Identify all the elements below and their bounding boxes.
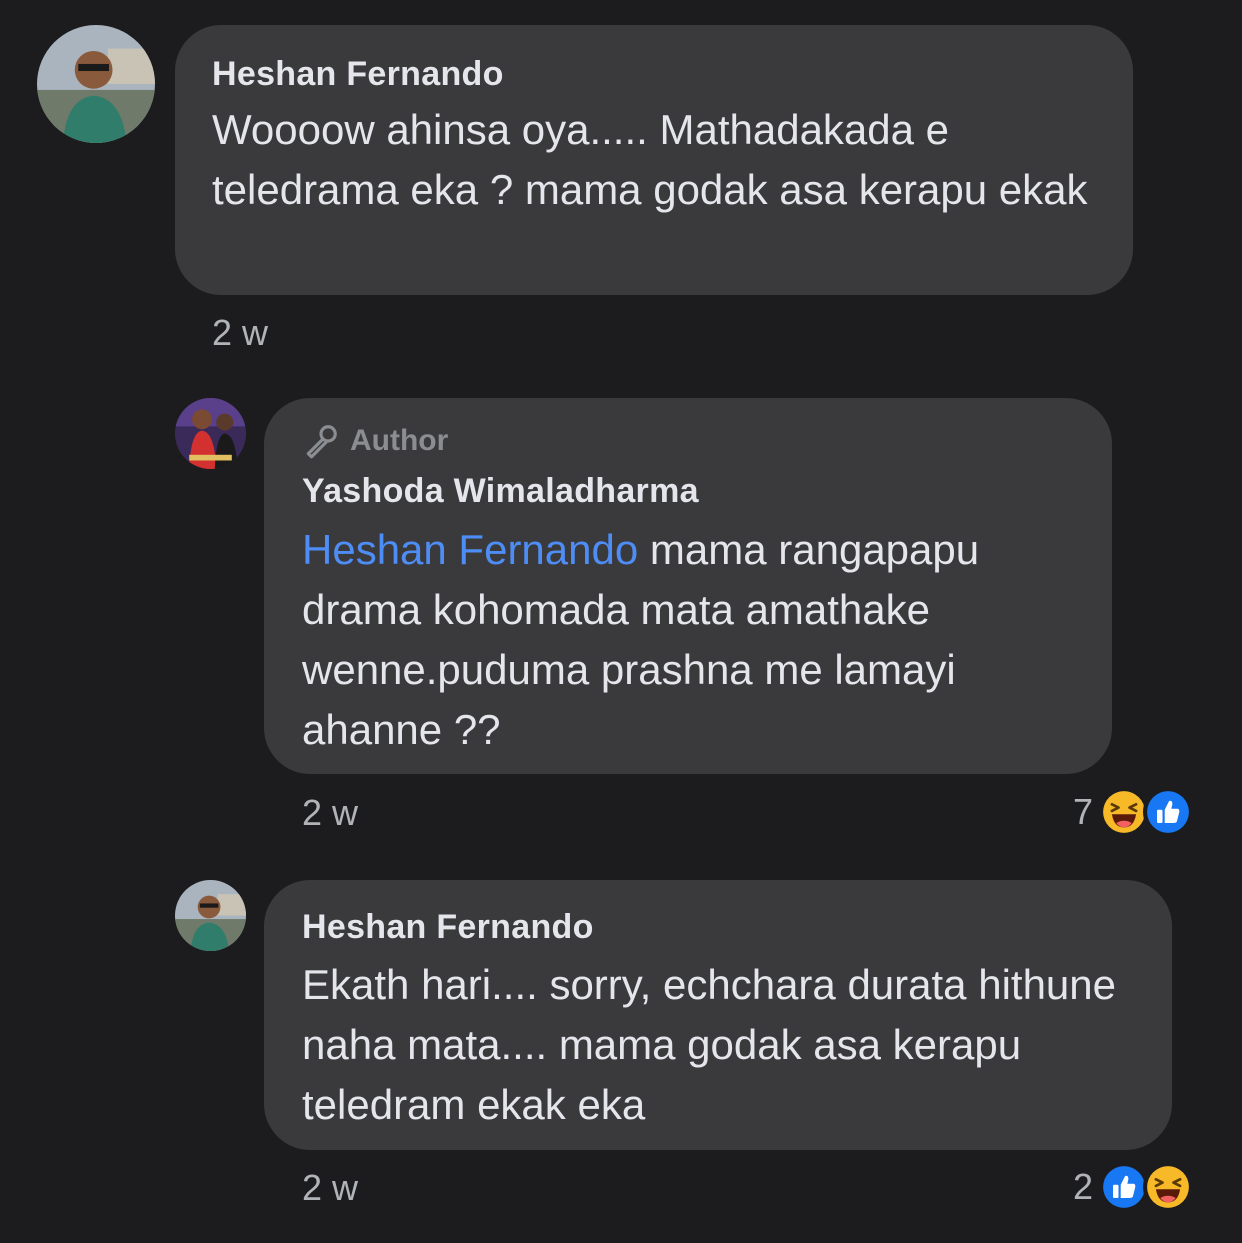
microphone-icon	[306, 425, 337, 459]
profile-photo	[175, 398, 246, 469]
comment-text: Heshan Fernando mama rangapapu drama koh…	[302, 520, 1092, 760]
comment-text: Woooow ahinsa oya..... Mathadakada e tel…	[212, 106, 1088, 213]
reaction-count: 2	[1073, 1166, 1094, 1207]
comment-timestamp[interactable]: 2 w	[212, 312, 268, 354]
author-badge: Author	[302, 422, 448, 460]
profile-photo	[175, 880, 246, 951]
haha-icon	[1143, 1162, 1194, 1212]
like-icon	[1099, 1162, 1150, 1212]
comment-author[interactable]: Yashoda Wimaladharma	[302, 472, 699, 511]
like-icon	[1143, 787, 1194, 837]
haha-icon	[1099, 787, 1150, 837]
comment-text: Ekath hari.... sorry, echchara durata hi…	[302, 961, 1116, 1128]
mention-link[interactable]: Heshan Fernando	[302, 526, 638, 573]
reaction-summary[interactable]: 2	[1073, 1162, 1194, 1212]
profile-photo	[37, 25, 155, 143]
avatar[interactable]	[175, 398, 246, 469]
comment-author[interactable]: Heshan Fernando	[212, 55, 504, 94]
comment-timestamp[interactable]: 2 w	[302, 792, 358, 834]
comment-timestamp[interactable]: 2 w	[302, 1167, 358, 1209]
comment-author[interactable]: Heshan Fernando	[302, 908, 594, 947]
avatar[interactable]	[175, 880, 246, 951]
reaction-summary[interactable]: 7	[1073, 787, 1194, 837]
avatar[interactable]	[37, 25, 155, 143]
reaction-count: 7	[1073, 791, 1094, 832]
comment-thread: Heshan Fernando Woooow ahinsa oya..... M…	[0, 0, 1242, 1243]
author-badge-label: Author	[350, 424, 449, 457]
